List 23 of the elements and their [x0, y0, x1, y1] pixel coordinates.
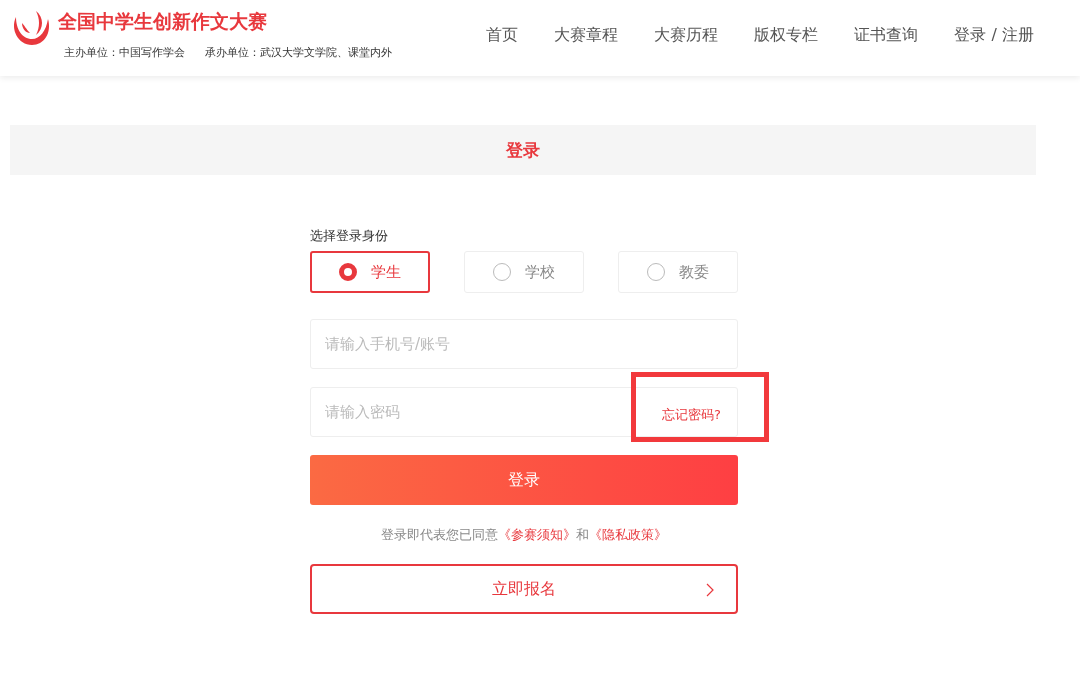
radio-checked-icon — [339, 263, 357, 281]
terms-link[interactable]: 《隐私政策》 — [589, 527, 667, 542]
organizer-text: 主办单位：中国写作学会 — [64, 44, 185, 60]
site-title: 全国中学生创新作文大赛 — [58, 8, 268, 34]
identity-option[interactable]: 教委 — [618, 251, 738, 293]
terms-text: 登录即代表您已同意《参赛须知》和《隐私政策》 — [380, 526, 668, 544]
chevron-right-icon — [706, 583, 714, 597]
nav-link[interactable]: 首页 — [486, 24, 519, 46]
identity-option[interactable]: 学校 — [464, 251, 584, 293]
nav-link[interactable]: 登录 / 注册 — [954, 24, 1034, 46]
nav-link[interactable]: 大赛章程 — [554, 24, 619, 46]
register-button[interactable]: 立即报名 — [310, 564, 738, 614]
page-title: 登录 — [506, 138, 540, 162]
nav-link[interactable]: 大赛历程 — [654, 24, 719, 46]
nav-link[interactable]: 证书查询 — [854, 24, 919, 46]
forgot-password-link[interactable]: 忘记密码? — [662, 406, 721, 424]
account-field[interactable]: 请输入手机号/账号 — [310, 319, 738, 369]
identity-label: 选择登录身份 — [310, 227, 389, 245]
identity-option[interactable]: 学生 — [310, 251, 430, 293]
nav-link[interactable]: 版权专栏 — [754, 24, 819, 46]
login-button[interactable]: 登录 — [310, 455, 738, 505]
terms-link[interactable]: 《参赛须知》 — [498, 527, 576, 542]
co-organizer-text: 承办单位：武汉大学文学院、课堂内外 — [205, 44, 392, 60]
